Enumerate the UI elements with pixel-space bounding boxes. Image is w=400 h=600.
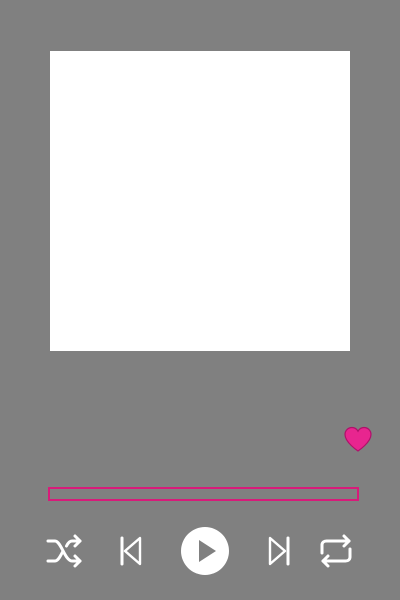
skip-next-icon [268, 536, 290, 566]
previous-button[interactable] [116, 533, 146, 569]
shuffle-icon [46, 534, 82, 568]
shuffle-button[interactable] [45, 533, 85, 569]
repeat-icon [320, 534, 352, 568]
skip-previous-icon [120, 536, 142, 566]
heart-icon [344, 426, 372, 452]
album-art [50, 51, 350, 351]
playback-controls [0, 520, 400, 582]
play-button[interactable] [180, 526, 230, 576]
progress-bar[interactable] [48, 487, 359, 501]
next-button[interactable] [264, 533, 294, 569]
music-player [0, 0, 400, 600]
play-icon [181, 527, 229, 575]
like-button[interactable] [343, 424, 373, 454]
repeat-button[interactable] [316, 533, 356, 569]
